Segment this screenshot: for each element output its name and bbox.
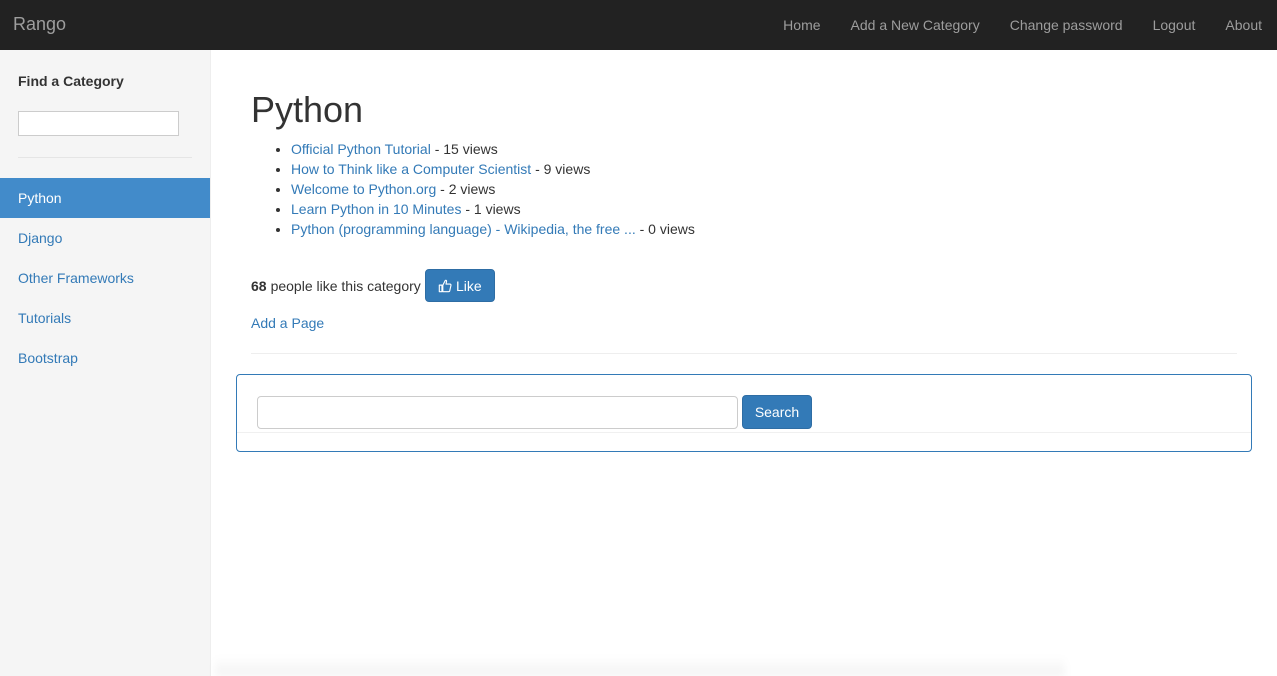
page-views: - 2 views	[440, 181, 496, 197]
search-panel: Search	[236, 374, 1252, 452]
category-item-python[interactable]: Python	[0, 178, 210, 218]
page-views: - 0 views	[639, 221, 695, 237]
page-list: Official Python Tutorial - 15 views How …	[291, 139, 695, 239]
page-link[interactable]: Learn Python in 10 Minutes	[291, 201, 461, 217]
bottom-shadow	[215, 656, 1065, 676]
main-content: Python Official Python Tutorial - 15 vie…	[211, 50, 1277, 676]
category-search-input[interactable]	[18, 111, 179, 136]
page-link[interactable]: Python (programming language) - Wikipedi…	[291, 221, 636, 237]
category-item-django[interactable]: Django	[0, 218, 210, 258]
add-page-link[interactable]: Add a Page	[251, 315, 324, 331]
thumbs-up-icon	[438, 279, 452, 292]
category-item-tutorials[interactable]: Tutorials	[0, 298, 210, 338]
main-divider	[251, 353, 1237, 354]
navbar: Rango Home Add a New Category Change pas…	[0, 0, 1277, 50]
page-link[interactable]: How to Think like a Computer Scientist	[291, 161, 531, 177]
likes-count: 68	[251, 277, 267, 294]
list-item: Welcome to Python.org - 2 views	[291, 179, 695, 199]
page-views: - 9 views	[535, 161, 591, 177]
search-button[interactable]: Search	[742, 395, 812, 429]
nav-change-password[interactable]: Change password	[995, 0, 1138, 50]
category-list: Python Django Other Frameworks Tutorials…	[0, 178, 210, 378]
nav-logout[interactable]: Logout	[1138, 0, 1211, 50]
list-item: Official Python Tutorial - 15 views	[291, 139, 695, 159]
like-button-label: Like	[455, 277, 482, 294]
sidebar-divider	[18, 157, 192, 158]
panel-footer-divider	[237, 432, 1251, 433]
list-item: Learn Python in 10 Minutes - 1 views	[291, 199, 695, 219]
category-item-other-frameworks[interactable]: Other Frameworks	[0, 258, 210, 298]
search-input[interactable]	[257, 396, 738, 429]
page-link[interactable]: Welcome to Python.org	[291, 181, 436, 197]
list-item: How to Think like a Computer Scientist -…	[291, 159, 695, 179]
nav-about[interactable]: About	[1210, 0, 1277, 50]
brand-link[interactable]: Rango	[13, 14, 66, 35]
likes-text: people like this category	[270, 277, 421, 294]
nav-home[interactable]: Home	[768, 0, 835, 50]
page-link[interactable]: Official Python Tutorial	[291, 141, 431, 157]
category-item-bootstrap[interactable]: Bootstrap	[0, 338, 210, 378]
like-button[interactable]: Like	[424, 269, 495, 302]
sidebar: Find a Category Python Django Other Fram…	[0, 50, 211, 676]
nav-links: Home Add a New Category Change password …	[768, 0, 1277, 50]
sidebar-title: Find a Category	[18, 73, 124, 89]
page-title: Python	[251, 89, 364, 130]
likes-row: 68 people like this category Like	[251, 269, 495, 302]
page-views: - 15 views	[434, 141, 498, 157]
list-item: Python (programming language) - Wikipedi…	[291, 219, 695, 239]
nav-add-category[interactable]: Add a New Category	[836, 0, 995, 50]
page-views: - 1 views	[465, 201, 521, 217]
